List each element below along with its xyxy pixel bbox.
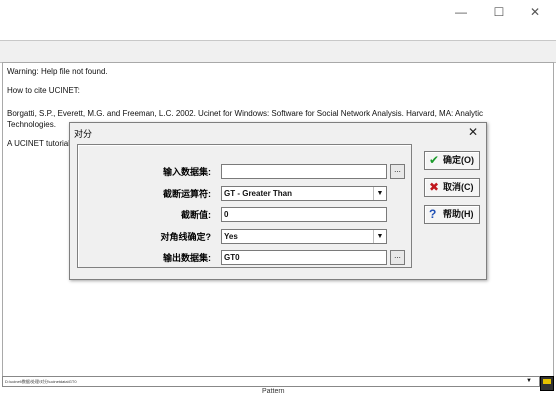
chevron-down-icon[interactable]: ▼ [373,230,386,243]
diagonal-valid-select[interactable]: Yes ▼ [221,229,387,244]
output-dataset-field[interactable]: GT0 [221,250,387,265]
dialog-title: 对分 [74,129,93,139]
minimize-icon: — [455,5,467,19]
question-icon: ? [429,207,437,221]
cancel-button[interactable]: ✖ 取消(C) [424,178,480,197]
dialog-fields-panel: 输入数据集: ... 截断运算符: GT - Greater Than ▼ 截断… [77,144,412,268]
maximize-button[interactable]: ☐ [484,2,514,22]
diagonal-valid-label: 对角线确定? [160,232,212,242]
log-line-warning: Warning: Help file not found. [7,67,108,76]
close-icon: ✕ [467,125,479,139]
cancel-button-label: 取消(C) [443,182,474,192]
cutoff-value-field[interactable]: 0 [221,207,387,222]
cutoff-operator-label: 截断运算符: [163,189,211,199]
diagonal-valid-value: Yes [224,232,238,241]
log-line-tutorial: A UCINET tutorial [7,139,70,148]
input-dataset-label: 输入数据集: [163,167,211,177]
cutoff-value-label: 截断值: [181,210,211,220]
close-window-button[interactable]: ✕ [520,2,550,22]
output-browse-button[interactable]: ... [390,250,405,265]
status-bar: D:\ucinet\数据\处理\对分\ucinetdata\GT0 [2,376,540,387]
scroll-down-arrow-icon[interactable]: ▼ [524,377,534,385]
cutoff-operator-value: GT - Greater Than [224,189,293,198]
help-button-label: 帮助(H) [443,209,474,219]
toolbar [0,40,556,63]
ok-button[interactable]: ✔ 确定(O) [424,151,480,170]
x-icon: ✖ [429,180,440,194]
check-icon: ✔ [429,153,440,167]
ok-button-label: 确定(O) [443,155,474,165]
app-icon[interactable] [540,376,554,391]
cutoff-operator-select[interactable]: GT - Greater Than ▼ [221,186,387,201]
dichotomize-dialog: 对分 ✕ 输入数据集: ... 截断运算符: GT - Greater Than… [69,122,487,280]
bottom-partial-label: Pattern [262,388,285,395]
input-browse-button[interactable]: ... [390,164,405,179]
dialog-close-button[interactable]: ✕ [466,125,480,139]
output-dataset-label: 输出数据集: [163,253,211,263]
input-dataset-field[interactable] [221,164,387,179]
minimize-button[interactable]: — [446,2,476,22]
help-button[interactable]: ? 帮助(H) [424,205,480,224]
close-icon: ✕ [529,5,541,19]
main-titlebar: — ☐ ✕ [0,0,556,26]
maximize-icon: ☐ [493,5,505,19]
chevron-down-icon[interactable]: ▼ [373,187,386,200]
log-line-cite-heading: How to cite UCINET: [7,86,80,95]
